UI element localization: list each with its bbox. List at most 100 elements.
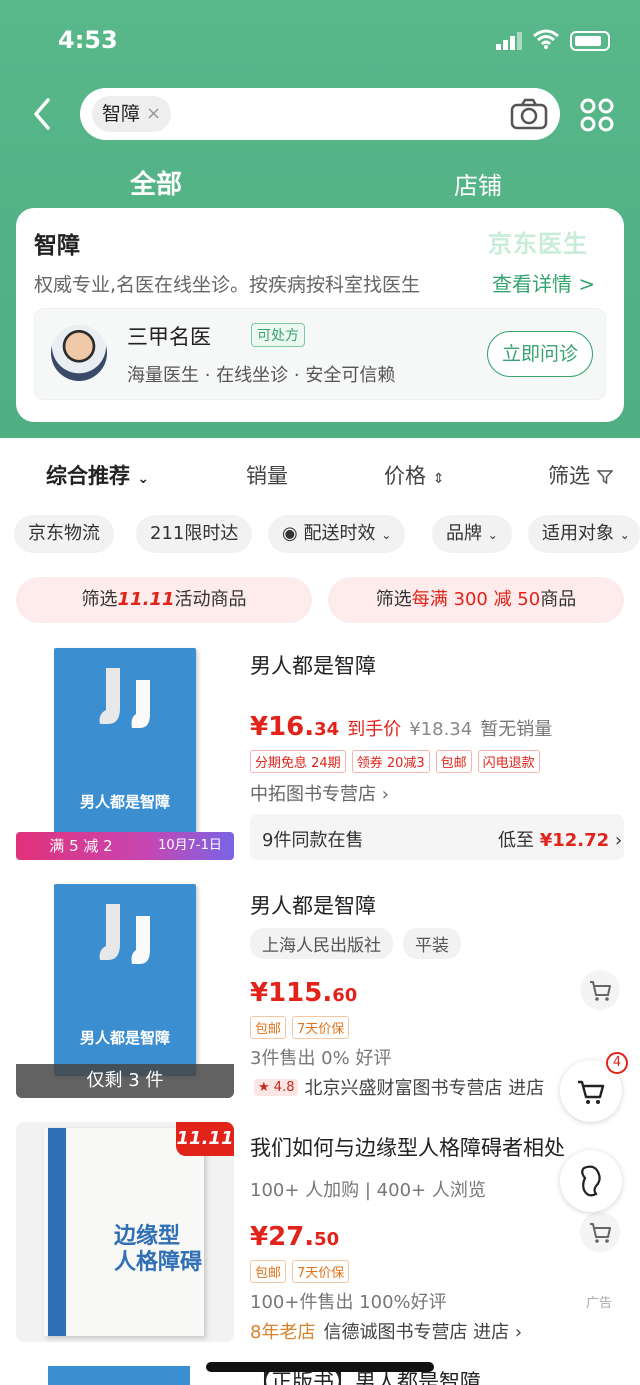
tag-row: 包邮 7天价保 bbox=[250, 1016, 350, 1039]
add-to-cart-icon[interactable] bbox=[580, 970, 620, 1010]
sales-count: 暂无销量 bbox=[480, 719, 553, 740]
sort-arrows-icon: ⇕ bbox=[432, 471, 445, 487]
shop-age-badge: 8年老店 bbox=[250, 1322, 316, 1343]
sort-comprehensive-label: 综合推荐 bbox=[46, 464, 130, 488]
sort-sales[interactable]: 销量 bbox=[246, 460, 288, 490]
tag: 包邮 bbox=[435, 750, 472, 773]
original-price: ¥18.34 bbox=[409, 719, 473, 740]
status-time: 4:53 bbox=[58, 26, 118, 54]
health-card[interactable]: 智障 京东医生 权威专业,名医在线坐诊。按疾病按科室找医生 查看详情 > 三甲名… bbox=[16, 208, 624, 422]
view-details-link[interactable]: 查看详情 > bbox=[492, 268, 595, 297]
product-title[interactable]: 男人都是智障 bbox=[250, 650, 376, 680]
product-card[interactable]: 男人都是智障 满 5 减 2 10月7-1日 男人都是智障 ¥16.34 到手价… bbox=[0, 640, 640, 870]
price-int: ¥27. bbox=[250, 1222, 315, 1252]
product-title[interactable]: 男人都是智障 bbox=[250, 890, 376, 920]
consult-button[interactable]: 立即问诊 bbox=[487, 331, 593, 377]
sales-info: 100+件售出 100%好评 bbox=[250, 1292, 447, 1313]
chip-delivery-time[interactable]: ◉ 配送时效 ⌄ bbox=[268, 515, 406, 553]
home-indicator bbox=[206, 1362, 434, 1372]
price-note: 到手价 bbox=[347, 719, 402, 740]
chevron-right-icon: › bbox=[614, 830, 623, 851]
price-int: ¥16. bbox=[250, 712, 315, 742]
search-chip[interactable]: 智障 × bbox=[92, 96, 172, 132]
ad-label: 广告 bbox=[586, 1296, 613, 1311]
shop-link[interactable]: 信德诚图书专营店 进店 › bbox=[323, 1318, 522, 1344]
filter-icon bbox=[595, 470, 614, 485]
same-items-label: 9件同款在售 bbox=[262, 830, 364, 851]
floating-cart-button[interactable]: 4 bbox=[560, 1052, 628, 1122]
book-cover-title: 边缘型 人格障碍 bbox=[114, 1224, 203, 1275]
chip-211[interactable]: 211限时达 bbox=[136, 515, 253, 553]
chevron-down-icon: ⌄ bbox=[381, 528, 392, 542]
rating-badge: ★ 4.8 bbox=[254, 1078, 299, 1096]
sort-price[interactable]: 价格 ⇕ bbox=[384, 460, 444, 490]
same-items-price: 低至 ¥12.72 › bbox=[498, 826, 622, 852]
header: 4:53 智障 × 全部 店铺 智障 京东医生 权威专业,名医在线坐诊。按疾病按… bbox=[0, 0, 640, 438]
promo-left-prefix: 筛选 bbox=[81, 589, 118, 610]
book-cover: 边缘型 人格障碍 bbox=[44, 1128, 204, 1336]
same-low-label: 低至 bbox=[498, 830, 534, 851]
product-card[interactable]: 男人都是智障 仅剩 3 件 男人都是智障 上海人民出版社 平装 ¥115.60 … bbox=[0, 880, 640, 1100]
socks-illustration bbox=[99, 904, 150, 964]
wifi-icon bbox=[533, 29, 559, 49]
price-row: ¥16.34 到手价 ¥18.34 暂无销量 bbox=[250, 712, 552, 742]
shop-link[interactable]: 中拓图书专营店 › bbox=[250, 780, 389, 806]
chip-delivery-label: 配送时效 bbox=[303, 523, 376, 544]
chip-target-label: 适用对象 bbox=[542, 523, 614, 544]
shop-link[interactable]: 北京兴盛财富图书专营店 进店 bbox=[304, 1074, 544, 1100]
promo-discount-filter[interactable]: 筛选每满 300 减 50商品 bbox=[328, 577, 624, 623]
tag: 闪电退款 bbox=[477, 750, 540, 773]
promo-right-prefix: 筛选 bbox=[375, 589, 412, 610]
tag: 分期免息 24期 bbox=[250, 750, 346, 773]
tag-row: 分期免息 24期 领券 20减3 包邮 闪电退款 bbox=[250, 750, 540, 773]
shop-row[interactable]: 8年老店 信德诚图书专营店 进店 › bbox=[250, 1318, 522, 1344]
product-image: 男人都是智障 bbox=[54, 648, 196, 840]
close-icon[interactable]: × bbox=[146, 96, 161, 132]
1111-corner-badge: 11.11 bbox=[176, 1122, 234, 1156]
promo-left-suffix: 活动商品 bbox=[174, 589, 247, 610]
tag: 包邮 bbox=[250, 1260, 287, 1283]
chevron-down-icon: ⌄ bbox=[487, 528, 498, 542]
rating-shop-row[interactable]: ★ 4.8 北京兴盛财富图书专营店 进店 bbox=[254, 1074, 544, 1100]
doctor-avatar bbox=[51, 325, 107, 381]
same-items-row[interactable]: 9件同款在售 低至 ¥12.72 › bbox=[250, 814, 624, 860]
tab-shop[interactable]: 店铺 bbox=[454, 166, 502, 201]
tab-all[interactable]: 全部 bbox=[130, 164, 182, 201]
chip-brand-label: 品牌 bbox=[446, 523, 482, 544]
battery-icon bbox=[570, 31, 610, 51]
back-icon[interactable] bbox=[28, 96, 58, 132]
attribute-chip: 上海人民出版社 bbox=[250, 928, 393, 959]
engagement-stats: 100+ 人加购 | 400+ 人浏览 bbox=[250, 1180, 486, 1201]
tag: 包邮 bbox=[250, 1016, 287, 1039]
chip-target[interactable]: 适用对象 ⌄ bbox=[528, 515, 640, 553]
book-cover-title: 男人都是智障 bbox=[79, 1029, 170, 1047]
rating-value: 4.8 bbox=[273, 1079, 295, 1095]
doctor-title: 三甲名医 bbox=[127, 325, 211, 349]
chip-jd-logistics[interactable]: 京东物流 bbox=[14, 515, 114, 553]
search-chip-label: 智障 bbox=[102, 103, 141, 125]
tag: 领券 20减3 bbox=[351, 750, 430, 773]
cart-count-badge: 4 bbox=[606, 1052, 628, 1074]
sort-filter[interactable]: 筛选 bbox=[548, 460, 614, 490]
camera-icon[interactable] bbox=[510, 98, 548, 130]
price-int: ¥115. bbox=[250, 978, 333, 1008]
search-bar[interactable]: 智障 × bbox=[80, 88, 560, 140]
floating-footprint-button[interactable] bbox=[560, 1150, 622, 1212]
price-dec: 50 bbox=[314, 1229, 340, 1250]
product-image: 边缘型 人格障碍 11.11 bbox=[16, 1122, 234, 1342]
tag-row: 包邮 7天价保 bbox=[250, 1260, 350, 1283]
sort-comprehensive[interactable]: 综合推荐 ⌄ bbox=[46, 460, 149, 490]
price-dec: 60 bbox=[332, 985, 358, 1006]
chip-brand[interactable]: 品牌 ⌄ bbox=[432, 515, 512, 553]
stock-overlay: 仅剩 3 件 bbox=[16, 1064, 234, 1098]
sales-info: 3件售出 0% 好评 bbox=[250, 1048, 392, 1069]
product-card[interactable]: 边缘型 人格障碍 11.11 我们如何与边缘型人格障碍者相处 100+ 人加购 … bbox=[0, 1122, 640, 1352]
book-spine bbox=[48, 1128, 66, 1336]
add-to-cart-icon[interactable] bbox=[580, 1212, 620, 1252]
jd-doctor-logo: 京东医生 bbox=[488, 230, 588, 258]
doctor-panel[interactable]: 三甲名医 可处方 海量医生 · 在线坐诊 · 安全可信赖 立即问诊 bbox=[34, 308, 606, 400]
promo-1111-filter[interactable]: 筛选11.11活动商品 bbox=[16, 577, 312, 623]
health-card-title: 智障 bbox=[34, 233, 80, 259]
grid-menu-icon[interactable] bbox=[580, 98, 614, 132]
chevron-down-icon: ⌄ bbox=[137, 471, 150, 487]
